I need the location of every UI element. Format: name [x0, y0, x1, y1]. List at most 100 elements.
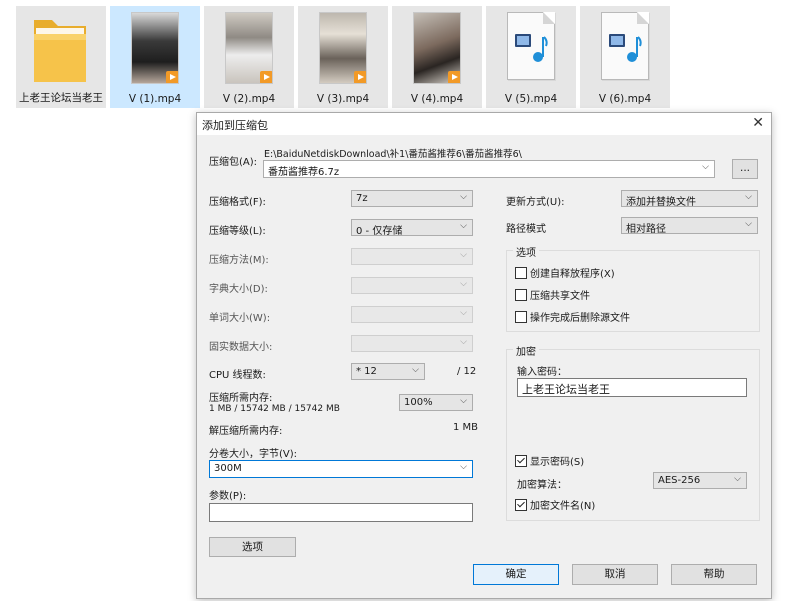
checkbox-box: [515, 267, 527, 279]
cpu-max: / 12: [457, 366, 477, 377]
video-thumbnail: [413, 12, 461, 84]
encrypt-names-label: 加密文件名(N): [530, 501, 596, 512]
chevron-down-icon: ⌵: [460, 279, 467, 289]
algo-select[interactable]: AES-256 ⌵: [653, 472, 747, 489]
chevron-down-icon: ⌵: [745, 219, 752, 229]
chevron-down-icon: ⌵: [460, 308, 467, 318]
path-mode-select[interactable]: 相对路径 ⌵: [621, 217, 758, 235]
update-select[interactable]: 添加并替换文件 ⌵: [621, 190, 758, 208]
chevron-down-icon: ⌵: [460, 396, 467, 406]
show-password-checkbox[interactable]: 显示密码(S): [515, 453, 584, 468]
volume-value: 300M: [214, 463, 242, 474]
level-label: 压缩等级(L):: [209, 226, 266, 237]
file-video-3[interactable]: V (3).mp4: [298, 6, 388, 108]
file-media-6[interactable]: V (6).mp4: [580, 6, 670, 108]
shared-label: 压缩共享文件: [530, 291, 590, 302]
add-to-archive-dialog: 添加到压缩包 ✕ 压缩包(A): E:\BaiduNetdiskDownload…: [196, 112, 772, 599]
play-badge-icon: [166, 71, 178, 83]
delete-source-checkbox[interactable]: 操作完成后删除源文件: [515, 309, 630, 324]
video-thumbnail: [131, 12, 179, 84]
decomp-value: 1 MB: [453, 422, 479, 433]
video-thumbnail: [319, 12, 367, 84]
encrypt-group-title: 加密: [513, 343, 539, 358]
archive-label: 压缩包(A):: [209, 157, 258, 168]
encrypt-names-checkbox[interactable]: 加密文件名(N): [515, 497, 595, 512]
chevron-down-icon: ⌵: [460, 337, 467, 347]
file-label: V (1).mp4: [128, 93, 182, 105]
browse-button[interactable]: ...: [732, 159, 758, 179]
help-button[interactable]: 帮助: [671, 564, 757, 585]
algo-label: 加密算法：: [517, 480, 567, 491]
mem-value: 1 MB / 15742 MB / 15742 MB: [209, 404, 340, 414]
password-value: 上老王论坛当老王: [522, 383, 610, 396]
chevron-down-icon: ⌵: [460, 221, 467, 231]
play-badge-icon: [260, 71, 272, 83]
dialog-title: 添加到压缩包: [202, 119, 268, 132]
cpu-select[interactable]: * 12 ⌵: [351, 363, 425, 380]
video-thumbnail: [225, 12, 273, 84]
chevron-down-icon: ⌵: [460, 250, 467, 260]
solid-select: ⌵: [351, 335, 473, 352]
file-label: V (2).mp4: [222, 93, 276, 105]
mem-label: 压缩所需内存:: [209, 393, 273, 404]
update-label: 更新方式(U):: [506, 197, 565, 208]
chevron-down-icon: ⌵: [734, 474, 741, 484]
params-input[interactable]: [209, 503, 473, 522]
chevron-down-icon: ⌵: [460, 192, 467, 202]
ok-button[interactable]: 确定: [473, 564, 559, 585]
archive-name-combo[interactable]: 番茄酱推荐6.7z ⌵: [263, 160, 715, 178]
mem-percent-select[interactable]: 100% ⌵: [399, 394, 473, 411]
title-bar: 添加到压缩包 ✕: [197, 113, 771, 135]
level-select[interactable]: 0 - 仅存储 ⌵: [351, 219, 473, 237]
level-value: 0 - 仅存储: [356, 226, 403, 237]
file-label: 上老王论坛当老王: [19, 92, 103, 104]
delete-source-label: 操作完成后删除源文件: [530, 313, 630, 324]
cancel-button[interactable]: 取消: [572, 564, 658, 585]
mem-percent-value: 100%: [404, 397, 433, 408]
word-select: ⌵: [351, 306, 473, 323]
solid-label: 固实数据大小:: [209, 342, 273, 353]
shared-checkbox[interactable]: 压缩共享文件: [515, 287, 590, 302]
algo-value: AES-256: [658, 475, 701, 486]
method-label: 压缩方法(M):: [209, 255, 269, 266]
decomp-label: 解压缩所需内存:: [209, 426, 283, 437]
options-group-title: 选项: [513, 244, 539, 259]
file-label: V (3).mp4: [316, 93, 370, 105]
volume-combo[interactable]: 300M ⌵: [209, 460, 473, 478]
chevron-down-icon: ⌵: [702, 162, 709, 172]
archive-name-value: 番茄酱推荐6.7z: [268, 167, 340, 178]
file-media-5[interactable]: V (5).mp4: [486, 6, 576, 108]
dict-select: ⌵: [351, 277, 473, 294]
sfx-label: 创建自释放程序(X): [530, 269, 615, 280]
sfx-checkbox[interactable]: 创建自释放程序(X): [515, 265, 615, 280]
file-label: V (4).mp4: [410, 93, 464, 105]
play-badge-icon: [448, 71, 460, 83]
password-input[interactable]: 上老王论坛当老王: [517, 378, 747, 397]
file-label: V (5).mp4: [504, 93, 558, 105]
path-mode-label: 路径模式: [506, 224, 546, 235]
play-badge-icon: [354, 71, 366, 83]
cpu-value: * 12: [356, 366, 377, 377]
close-icon[interactable]: ✕: [752, 115, 764, 131]
file-video-4[interactable]: V (4).mp4: [392, 6, 482, 108]
media-file-icon: [507, 12, 555, 80]
file-video-2[interactable]: V (2).mp4: [204, 6, 294, 108]
folder-icon: [34, 20, 86, 82]
chevron-down-icon: ⌵: [460, 462, 467, 472]
path-mode-value: 相对路径: [626, 224, 666, 235]
options-button[interactable]: 选项: [209, 537, 296, 557]
chevron-down-icon: ⌵: [412, 365, 419, 375]
format-label: 压缩格式(F):: [209, 197, 266, 208]
show-password-label: 显示密码(S): [530, 457, 585, 468]
password-label: 输入密码：: [517, 367, 567, 378]
checkbox-box: [515, 311, 527, 323]
format-value: 7z: [356, 193, 368, 204]
file-folder[interactable]: 上老王论坛当老王: [16, 6, 106, 108]
file-video-1[interactable]: V (1).mp4: [110, 6, 200, 108]
media-file-icon: [601, 12, 649, 80]
cpu-label: CPU 线程数:: [209, 370, 266, 381]
checkbox-box-checked: [515, 499, 527, 511]
archive-path: E:\BaiduNetdiskDownload\补1\番茄酱推荐6\番茄酱推荐6…: [264, 149, 522, 160]
format-select[interactable]: 7z ⌵: [351, 190, 473, 207]
volume-label: 分卷大小，字节(V):: [209, 449, 298, 460]
